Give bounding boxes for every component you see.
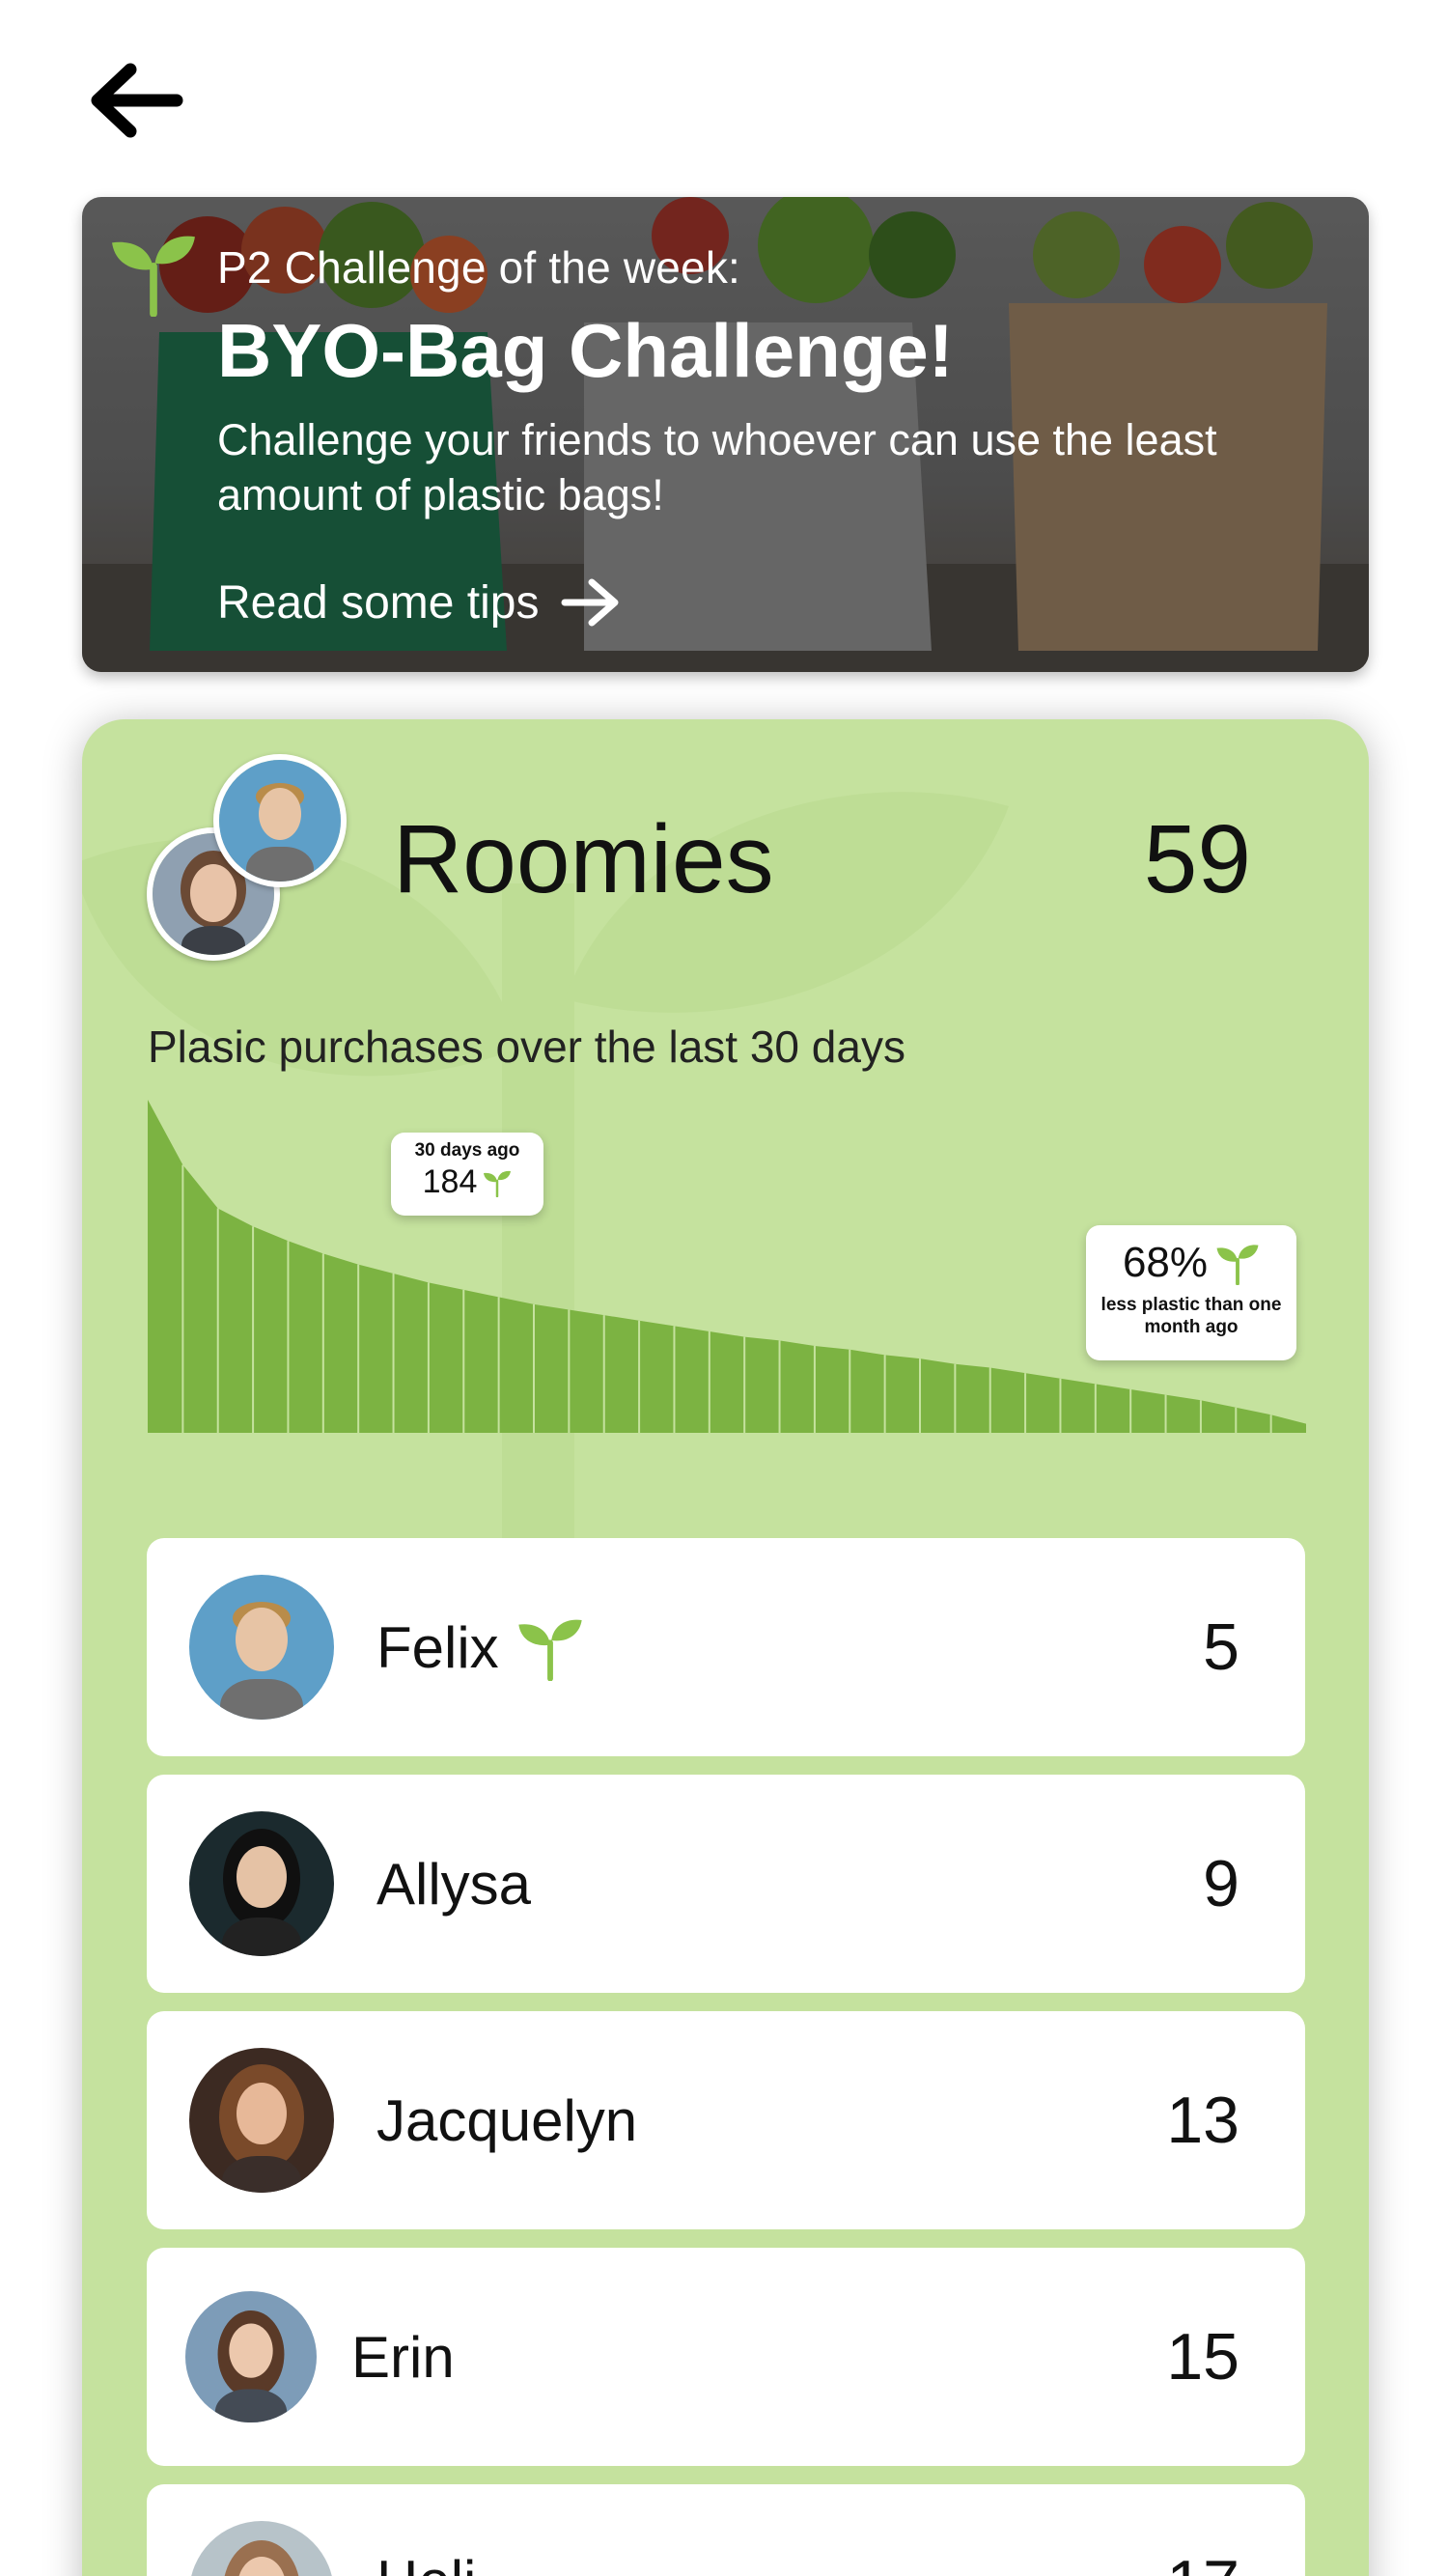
- group-name: Roomies: [393, 805, 774, 913]
- member-name: Heli: [376, 2548, 476, 2576]
- list-item-member[interactable]: Heli 17: [147, 2484, 1305, 2576]
- avatar: [189, 1575, 334, 1720]
- sprout-icon: [484, 1170, 512, 1197]
- back-button[interactable]: [83, 54, 189, 147]
- list-item-member[interactable]: Felix 5: [147, 1538, 1305, 1756]
- tooltip-start-label: 30 days ago: [414, 1140, 520, 1161]
- member-score: 17: [1166, 2546, 1239, 2576]
- member-name: Jacquelyn: [376, 2087, 638, 2153]
- tooltip-end-value: 68%: [1122, 1239, 1209, 1286]
- member-score: 5: [1203, 1610, 1239, 1684]
- arrow-right-icon: [561, 578, 618, 627]
- avatar: [189, 1811, 334, 1956]
- member-score: 15: [1166, 2320, 1239, 2394]
- read-tips-label: Read some tips: [217, 576, 540, 629]
- member-name: Felix: [376, 1614, 499, 1680]
- avatar: [189, 2521, 334, 2576]
- sprout-icon: [112, 236, 195, 317]
- member-name: Allysa: [376, 1851, 532, 1917]
- read-tips-link[interactable]: Read some tips: [217, 576, 621, 630]
- group-card: Roomies 59 Plasic purchases over the las…: [82, 719, 1369, 2576]
- member-score: 9: [1203, 1847, 1239, 1920]
- tooltip-start-value: 184: [422, 1163, 478, 1200]
- list-item-member[interactable]: Jacquelyn 13: [147, 2011, 1305, 2229]
- page-root: P2 Challenge of the week: BYO-Bag Challe…: [0, 0, 1448, 2576]
- banner-description: Challenge your friends to whoever can us…: [217, 415, 1217, 519]
- avatar: [189, 2048, 334, 2193]
- member-score: 13: [1166, 2084, 1239, 2157]
- banner-kicker: P2 Challenge of the week:: [217, 242, 741, 293]
- tooltip-start: 30 days ago 184: [391, 1133, 543, 1216]
- sprout-icon: [518, 1619, 582, 1681]
- tooltip-end-label: less plastic than one month ago: [1100, 1295, 1282, 1337]
- banner-content: P2 Challenge of the week: BYO-Bag Challe…: [217, 243, 1253, 630]
- sprout-icon: [1216, 1245, 1259, 1285]
- banner-title: BYO-Bag Challenge!: [217, 307, 954, 393]
- challenge-banner[interactable]: P2 Challenge of the week: BYO-Bag Challe…: [82, 197, 1369, 672]
- list-item-member[interactable]: Erin 15: [147, 2248, 1305, 2466]
- chart-title: Plasic purchases over the last 30 days: [148, 1022, 905, 1072]
- tooltip-end: 68% less plastic than one month ago: [1086, 1225, 1296, 1360]
- group-score: 59: [1143, 805, 1251, 913]
- list-item-member[interactable]: Allysa 9: [147, 1775, 1305, 1993]
- member-name: Erin: [351, 2324, 455, 2390]
- arrow-left-icon: [91, 63, 183, 138]
- group-avatar-man: [213, 754, 347, 887]
- avatar: [185, 2291, 317, 2422]
